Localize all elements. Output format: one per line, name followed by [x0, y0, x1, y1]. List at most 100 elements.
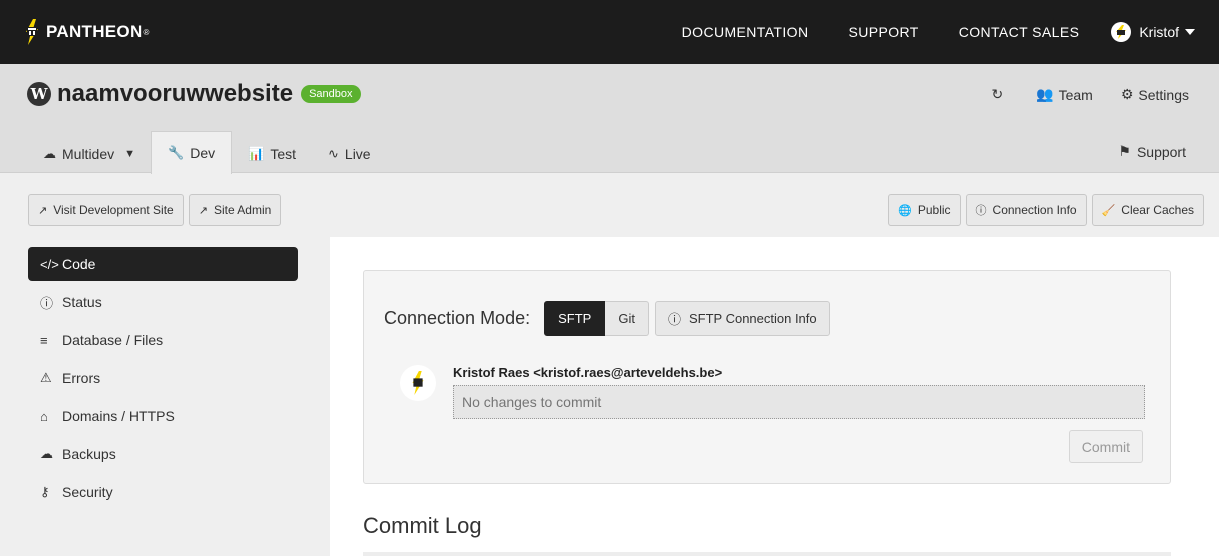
- sidebar-item-label: Domains / HTTPS: [62, 408, 175, 424]
- sidebar-item-errors[interactable]: ⚠ Errors: [28, 361, 298, 395]
- keys-icon: ⚷: [40, 484, 50, 499]
- home-icon: ⌂: [40, 408, 48, 424]
- settings-label: Settings: [1138, 86, 1189, 103]
- nav-contact-sales[interactable]: CONTACT SALES: [959, 24, 1080, 40]
- support-label: Support: [1136, 143, 1186, 160]
- nav-support[interactable]: SUPPORT: [848, 24, 918, 40]
- sidebar-item-backups[interactable]: ☁ Backups: [28, 437, 298, 471]
- connection-mode-toggle: SFTP Git: [544, 301, 649, 336]
- info-icon: ⓘ: [40, 295, 54, 311]
- sidebar-item-label: Backups: [62, 446, 116, 462]
- environment-tabs: ☁ Multidev ▼ 🔧 Dev 📊 Test ∿ Live: [27, 131, 387, 174]
- sidebar-item-label: Security: [62, 484, 113, 500]
- cloud-icon: ☁: [43, 146, 56, 161]
- mode-sftp-button[interactable]: SFTP: [544, 301, 606, 336]
- refresh-icon: ↻: [991, 86, 1004, 102]
- sidebar-item-label: Code: [62, 256, 96, 272]
- code-panel: Connection Mode: SFTP Git ⓘ SFTP Connect…: [363, 270, 1171, 484]
- commit-author: Kristof Raes <kristof.raes@arteveldehs.b…: [453, 365, 723, 380]
- brand-name: PANTHEON: [46, 22, 143, 41]
- globe-icon: 🌐: [898, 204, 912, 217]
- top-navbar: PANTHEON ® DOCUMENTATION SUPPORT CONTACT …: [0, 0, 1219, 64]
- nav-documentation[interactable]: DOCUMENTATION: [682, 24, 809, 40]
- site-admin-button[interactable]: ↗ Site Admin: [188, 194, 282, 226]
- sidebar-item-label: Database / Files: [62, 332, 164, 348]
- caret-down-icon: [1185, 29, 1195, 35]
- connection-info-label: Connection Info: [992, 203, 1077, 217]
- commit-log-divider: [363, 552, 1171, 556]
- database-icon: ≡: [40, 332, 48, 348]
- info-icon: ⓘ: [667, 312, 681, 327]
- settings-button[interactable]: ⚙ Settings: [1121, 86, 1189, 103]
- chart-icon: 📊: [248, 146, 265, 161]
- user-menu[interactable]: Kristof: [1111, 22, 1195, 42]
- sftp-connection-info-button[interactable]: ⓘ SFTP Connection Info: [654, 301, 830, 336]
- public-button[interactable]: 🌐 Public: [888, 194, 961, 226]
- avatar: [1111, 22, 1132, 42]
- commit-button[interactable]: Commit: [1068, 430, 1143, 463]
- wordpress-icon: W: [27, 82, 51, 106]
- pantheon-bolt-icon: [26, 19, 38, 45]
- tab-live[interactable]: ∿ Live: [312, 135, 387, 173]
- sidebar-item-security[interactable]: ⚷ Security: [28, 475, 298, 509]
- site-title: W naamvooruwwebsite Sandbox: [27, 80, 361, 108]
- cloud-upload-icon: ☁: [40, 446, 53, 461]
- gear-icon: ⚙: [1120, 86, 1134, 102]
- chevron-down-icon: ▼: [124, 148, 136, 160]
- sidebar-item-database-files[interactable]: ≡ Database / Files: [28, 323, 298, 357]
- user-avatar-icon: [412, 371, 424, 395]
- users-icon: 👥: [1036, 86, 1054, 102]
- external-link-icon: ↗: [38, 204, 48, 217]
- site-header: W naamvooruwwebsite Sandbox ↻ 👥 Team ⚙ S…: [0, 64, 1219, 174]
- tab-dev-label: Dev: [190, 145, 216, 161]
- tab-dev[interactable]: 🔧 Dev: [151, 131, 233, 174]
- top-nav: DOCUMENTATION SUPPORT CONTACT SALES Kris…: [642, 22, 1195, 42]
- team-label: Team: [1058, 86, 1093, 103]
- site-link-buttons: ↗ Visit Development Site ↗ Site Admin: [28, 194, 286, 226]
- tab-live-label: Live: [344, 146, 371, 162]
- user-name: Kristof: [1139, 24, 1179, 40]
- sidebar-item-code[interactable]: </> Code: [28, 247, 298, 281]
- refresh-button[interactable]: ↻: [991, 86, 1008, 103]
- warning-icon: ⚠: [40, 370, 52, 385]
- team-button[interactable]: 👥 Team: [1036, 86, 1093, 103]
- sidebar-item-label: Status: [62, 294, 102, 310]
- connection-mode-label: Connection Mode:: [384, 308, 531, 328]
- sidebar-item-label: Errors: [62, 370, 101, 386]
- site-actions: ↻ 👥 Team ⚙ Settings: [963, 86, 1189, 103]
- sidebar: </> Code ⓘ Status ≡ Database / Files ⚠ E…: [28, 247, 298, 513]
- site-name: naamvooruwwebsite: [57, 80, 294, 107]
- tab-multidev[interactable]: ☁ Multidev ▼: [27, 135, 151, 173]
- site-admin-label: Site Admin: [213, 203, 272, 217]
- environment-buttons: 🌐 Public ⓘ Connection Info 🧹 Clear Cache…: [883, 194, 1204, 226]
- sidebar-item-domains-https[interactable]: ⌂ Domains / HTTPS: [28, 399, 298, 433]
- main-content: Connection Mode: SFTP Git ⓘ SFTP Connect…: [330, 237, 1219, 556]
- tab-test[interactable]: 📊 Test: [232, 135, 312, 173]
- visit-development-site-button[interactable]: ↗ Visit Development Site: [28, 194, 184, 226]
- broom-icon: 🧹: [1101, 204, 1116, 217]
- wrench-icon: 🔧: [168, 145, 185, 160]
- public-label: Public: [917, 203, 951, 217]
- flag-icon: ⚑: [1118, 143, 1131, 159]
- avatar: [400, 365, 436, 401]
- external-link-icon: ↗: [198, 204, 208, 217]
- commit-log-title: Commit Log: [363, 513, 482, 538]
- sandbox-badge: Sandbox: [301, 85, 361, 103]
- pantheon-logo[interactable]: PANTHEON ®: [24, 19, 150, 45]
- visit-dev-label: Visit Development Site: [53, 203, 174, 217]
- commit-message-input[interactable]: [453, 385, 1145, 419]
- code-icon: </>: [40, 256, 59, 272]
- user-avatar-icon: [1116, 25, 1127, 39]
- connection-info-button[interactable]: ⓘ Connection Info: [965, 194, 1087, 226]
- tab-multidev-label: Multidev: [62, 146, 115, 162]
- clear-caches-label: Clear Caches: [1121, 203, 1194, 217]
- info-icon: ⓘ: [975, 205, 987, 217]
- sftp-info-label: SFTP Connection Info: [688, 311, 817, 326]
- pulse-icon: ∿: [328, 146, 339, 161]
- mode-git-button[interactable]: Git: [605, 301, 649, 336]
- tab-test-label: Test: [270, 146, 296, 162]
- connection-mode: Connection Mode: SFTP Git ⓘ SFTP Connect…: [384, 301, 830, 336]
- sidebar-item-status[interactable]: ⓘ Status: [28, 285, 298, 319]
- support-link[interactable]: ⚑ Support: [1118, 143, 1186, 160]
- clear-caches-button[interactable]: 🧹 Clear Caches: [1091, 194, 1204, 226]
